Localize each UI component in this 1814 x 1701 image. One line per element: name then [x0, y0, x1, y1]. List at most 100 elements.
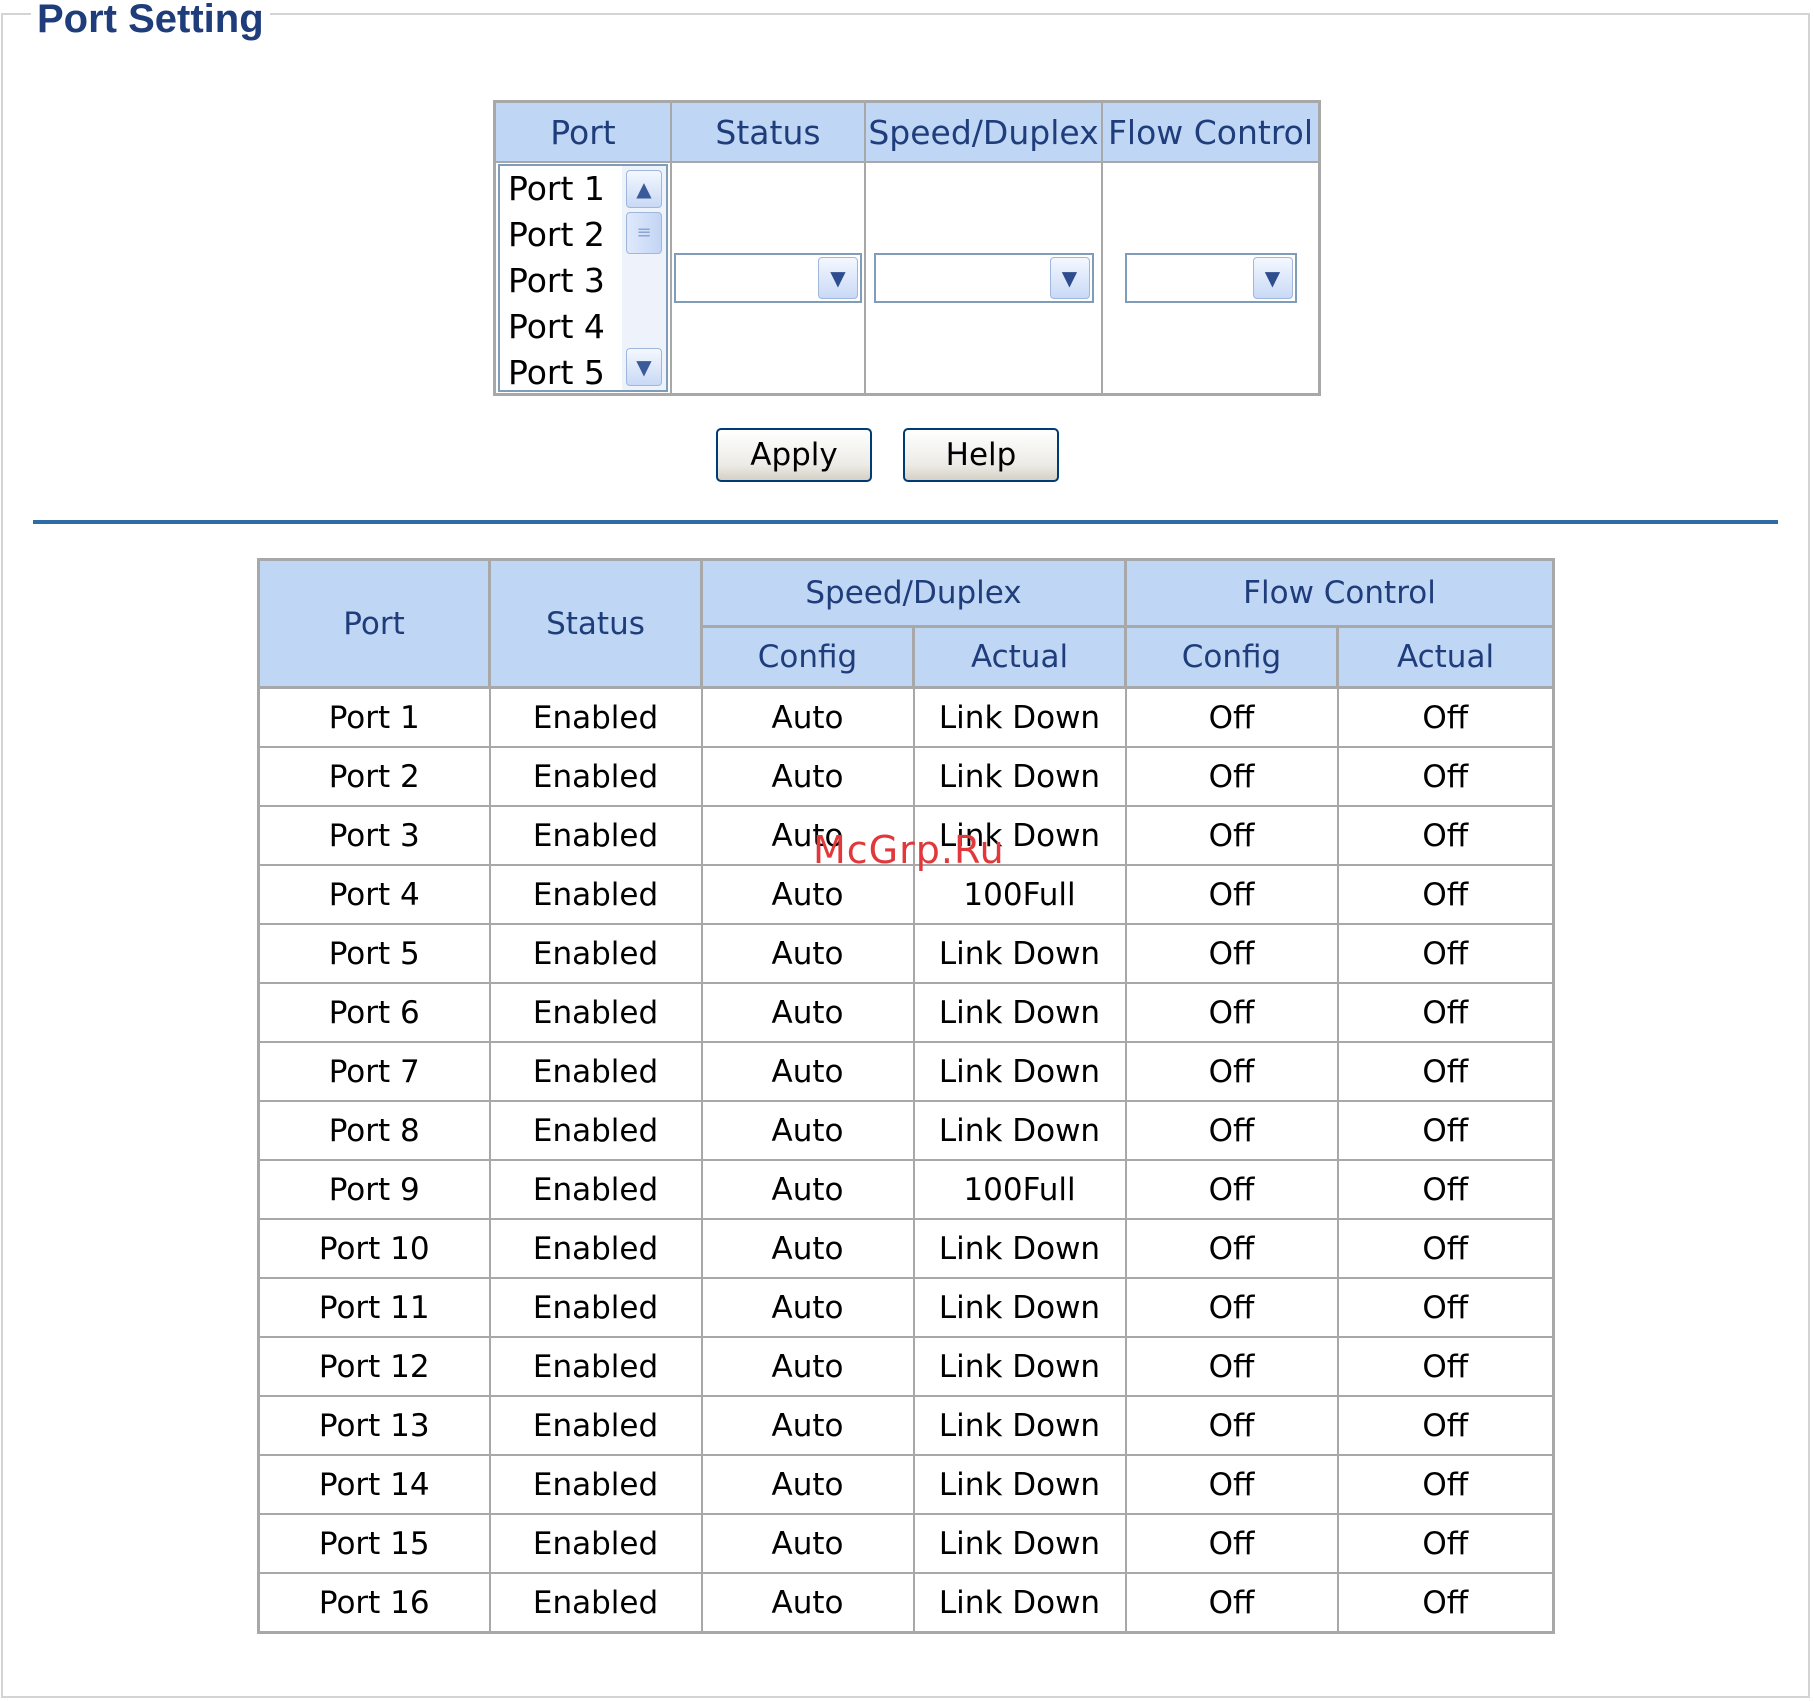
cell-flow-config: Off [1124, 1513, 1339, 1574]
cell-status: Enabled [488, 1041, 703, 1102]
cell-status: Enabled [488, 1395, 703, 1456]
cell-speed-actual: Link Down [912, 982, 1127, 1043]
cell-speed-actual: 100Full [912, 1159, 1127, 1220]
config-header-flow: Flow Control [1101, 100, 1321, 163]
scroll-up-button[interactable]: ▲ [626, 169, 662, 208]
cell-speed-actual: Link Down [912, 1100, 1127, 1161]
status-header-speed-config: Config [700, 625, 915, 689]
cell-flow-config: Off [1124, 1041, 1339, 1102]
table-row: Port 11 Enabled Auto Link Down Off Off [257, 1277, 1555, 1338]
cell-port: Port 2 [257, 746, 491, 807]
cell-status: Enabled [488, 864, 703, 925]
status-header-speed-actual: Actual [912, 625, 1127, 689]
cell-speed-config: Auto [700, 982, 915, 1043]
cell-speed-config: Auto [700, 1277, 915, 1338]
cell-status: Enabled [488, 1218, 703, 1279]
cell-speed-actual: Link Down [912, 1277, 1127, 1338]
flow-select-cell: ▼ [1101, 161, 1321, 395]
cell-flow-config: Off [1124, 746, 1339, 807]
cell-port: Port 7 [257, 1041, 491, 1102]
cell-speed-actual: Link Down [912, 1395, 1127, 1456]
cell-speed-actual: Link Down [912, 1218, 1127, 1279]
port-select-listbox[interactable]: Port 1 Port 2 Port 3 Port 4 Port 5 ▲ ≡ ▼ [498, 163, 668, 392]
cell-port: Port 11 [257, 1277, 491, 1338]
cell-flow-config: Off [1124, 1277, 1339, 1338]
cell-speed-config: Auto [700, 1100, 915, 1161]
table-row: Port 9 Enabled Auto 100Full Off Off [257, 1159, 1555, 1220]
cell-speed-actual: Link Down [912, 1572, 1127, 1634]
cell-flow-config: Off [1124, 1336, 1339, 1397]
cell-status: Enabled [488, 1336, 703, 1397]
cell-status: Enabled [488, 1572, 703, 1634]
scroll-down-button[interactable]: ▼ [626, 347, 662, 386]
port-config-table: Port Status Speed/Duplex Flow Control Po… [493, 100, 1321, 396]
chevron-up-icon: ▲ [636, 176, 652, 201]
cell-flow-config: Off [1124, 1572, 1339, 1634]
cell-flow-actual: Off [1336, 1513, 1555, 1574]
cell-status: Enabled [488, 923, 703, 984]
cell-flow-config: Off [1124, 1454, 1339, 1515]
status-select[interactable]: ▼ [674, 252, 862, 303]
cell-status: Enabled [488, 1100, 703, 1161]
cell-flow-actual: Off [1336, 1041, 1555, 1102]
cell-flow-actual: Off [1336, 1159, 1555, 1220]
help-button[interactable]: Help [903, 428, 1059, 482]
cell-flow-actual: Off [1336, 923, 1555, 984]
scroll-thumb[interactable]: ≡ [626, 211, 662, 254]
flow-control-select[interactable]: ▼ [1124, 252, 1297, 303]
status-header-speed: Speed/Duplex [700, 558, 1127, 628]
cell-flow-config: Off [1124, 864, 1339, 925]
cell-port: Port 9 [257, 1159, 491, 1220]
cell-speed-actual: 100Full [912, 864, 1127, 925]
chevron-down-icon[interactable]: ▼ [818, 256, 858, 299]
cell-status: Enabled [488, 805, 703, 866]
cell-speed-config: Auto [700, 746, 915, 807]
chevron-down-icon[interactable]: ▼ [1049, 256, 1090, 299]
cell-flow-actual: Off [1336, 686, 1555, 748]
cell-speed-actual: Link Down [912, 1336, 1127, 1397]
cell-flow-config: Off [1124, 982, 1339, 1043]
cell-speed-config: Auto [700, 686, 915, 748]
cell-port: Port 13 [257, 1395, 491, 1456]
port-status-table: Port Status Speed/Duplex Flow Control Co… [257, 558, 1555, 1634]
table-row: Port 7 Enabled Auto Link Down Off Off [257, 1041, 1555, 1102]
cell-status: Enabled [488, 686, 703, 748]
grip-icon: ≡ [636, 222, 652, 244]
status-header-status: Status [488, 558, 703, 689]
cell-status: Enabled [488, 1277, 703, 1338]
cell-port: Port 10 [257, 1218, 491, 1279]
table-row: Port 14 Enabled Auto Link Down Off Off [257, 1454, 1555, 1515]
table-row: Port 1 Enabled Auto Link Down Off Off [257, 686, 1555, 748]
cell-port: Port 14 [257, 1454, 491, 1515]
listbox-scrollbar[interactable]: ▲ ≡ ▼ [622, 165, 666, 390]
cell-speed-actual: Link Down [912, 1041, 1127, 1102]
cell-flow-actual: Off [1336, 1572, 1555, 1634]
cell-flow-config: Off [1124, 1159, 1339, 1220]
cell-speed-actual: Link Down [912, 1513, 1127, 1574]
cell-speed-actual: Link Down [912, 923, 1127, 984]
cell-speed-config: Auto [700, 1454, 915, 1515]
config-header-port: Port [493, 100, 672, 163]
cell-speed-config: Auto [700, 1513, 915, 1574]
cell-speed-config: Auto [700, 1041, 915, 1102]
cell-flow-actual: Off [1336, 1218, 1555, 1279]
chevron-down-icon[interactable]: ▼ [1252, 256, 1293, 299]
cell-speed-config: Auto [700, 1218, 915, 1279]
cell-port: Port 16 [257, 1572, 491, 1634]
config-header-status: Status [670, 100, 866, 163]
speed-select-cell: ▼ [864, 161, 1103, 395]
apply-button[interactable]: Apply [716, 428, 872, 482]
cell-speed-config: Auto [700, 1572, 915, 1634]
status-header-flow-actual: Actual [1336, 625, 1555, 689]
chevron-down-icon: ▼ [636, 354, 652, 379]
cell-port: Port 5 [257, 923, 491, 984]
cell-flow-config: Off [1124, 686, 1339, 748]
cell-speed-config: Auto [700, 1336, 915, 1397]
port-select-cell: Port 1 Port 2 Port 3 Port 4 Port 5 ▲ ≡ ▼ [493, 161, 672, 395]
table-row: Port 6 Enabled Auto Link Down Off Off [257, 982, 1555, 1043]
cell-speed-actual: Link Down [912, 746, 1127, 807]
cell-flow-config: Off [1124, 805, 1339, 866]
cell-flow-actual: Off [1336, 1336, 1555, 1397]
speed-duplex-select[interactable]: ▼ [873, 252, 1094, 303]
cell-flow-actual: Off [1336, 1100, 1555, 1161]
